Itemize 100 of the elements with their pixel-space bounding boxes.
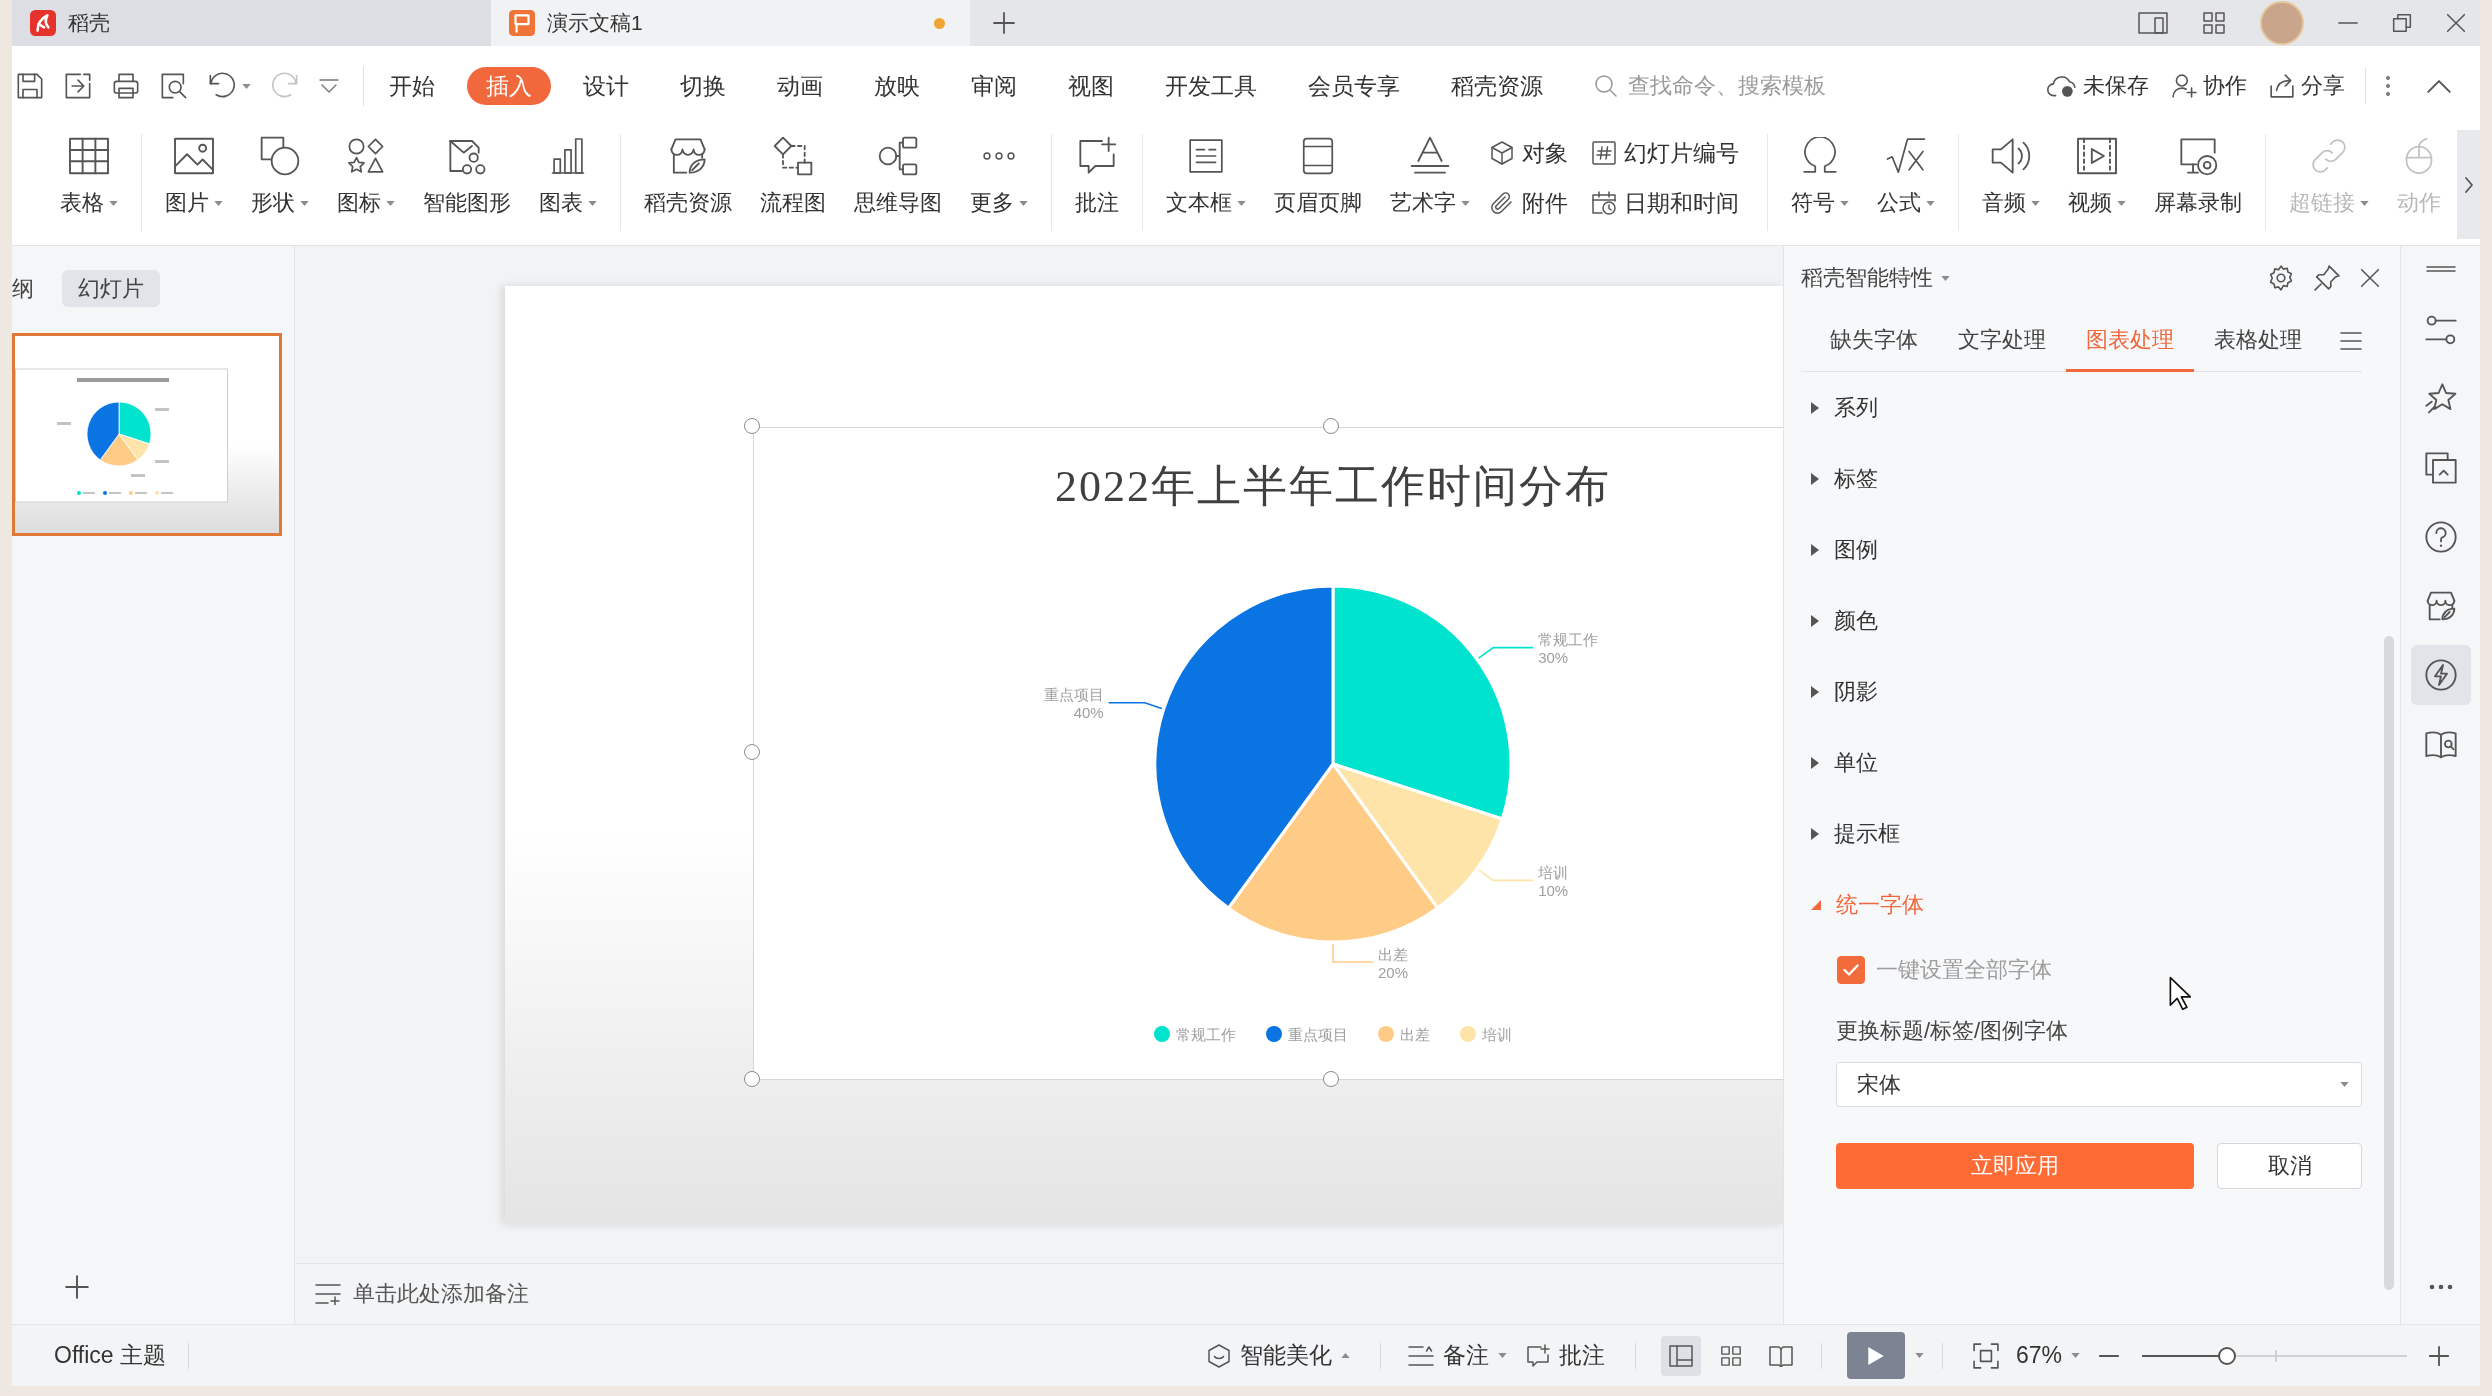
- dual-screen-icon[interactable]: [2138, 11, 2168, 35]
- ribbon-button[interactable]: 文本框: [1158, 126, 1254, 245]
- section-header[interactable]: 系列: [1801, 372, 2380, 443]
- resize-handle[interactable]: [744, 1071, 760, 1087]
- menu-tab[interactable]: 放映: [855, 67, 939, 105]
- resize-handle[interactable]: [1323, 1071, 1339, 1087]
- pane-tab[interactable]: 表格处理: [2194, 310, 2322, 372]
- document-arrow-icon[interactable]: [64, 72, 92, 100]
- side-tool-button[interactable]: [2410, 645, 2471, 705]
- grid-icon[interactable]: [2202, 11, 2226, 35]
- zoom-in-icon[interactable]: [2428, 1344, 2450, 1367]
- section-header[interactable]: 阴影: [1801, 656, 2380, 727]
- section-header[interactable]: 提示框: [1801, 798, 2380, 869]
- menu-tab[interactable]: 开发工具: [1146, 67, 1276, 105]
- chart-frame[interactable]: 2022年上半年工作时间分布 常规工作 30% 培训 10% 出差 20% 重点项目 40% 常规工作 重点项目 出差 培训: [753, 427, 1783, 1080]
- close-icon[interactable]: [2360, 268, 2380, 288]
- resize-handle[interactable]: [744, 418, 760, 434]
- menu-tab[interactable]: 切换: [661, 67, 745, 105]
- ribbon-button[interactable]: 图表: [531, 126, 605, 245]
- customize-icon[interactable]: [319, 78, 339, 94]
- ribbon-button[interactable]: 稻壳资源: [636, 126, 740, 245]
- zoom-out-icon[interactable]: [2099, 1353, 2119, 1358]
- ribbon-button[interactable]: 形状: [243, 126, 317, 245]
- resize-handle[interactable]: [744, 744, 760, 760]
- document-tab[interactable]: 稻壳: [12, 0, 491, 46]
- action-button[interactable]: 分享: [2269, 72, 2345, 100]
- status-button[interactable]: 批注: [1525, 1341, 1605, 1370]
- menu-icon[interactable]: [2340, 331, 2362, 350]
- checkbox[interactable]: [1837, 956, 1865, 984]
- panel-tab[interactable]: 幻灯片: [62, 270, 160, 307]
- ribbon-button[interactable]: 符号: [1783, 126, 1857, 245]
- more-dots-icon[interactable]: [2428, 1284, 2453, 1290]
- pane-tab[interactable]: 文字处理: [1938, 310, 2066, 372]
- view-button[interactable]: [1660, 1335, 1701, 1376]
- ribbon-button[interactable]: 公式: [1869, 126, 1943, 245]
- caret-icon[interactable]: [242, 83, 251, 89]
- more-vertical-icon[interactable]: [2386, 76, 2390, 96]
- resize-handle[interactable]: [1323, 418, 1339, 434]
- action-button[interactable]: 协作: [2171, 72, 2247, 100]
- close-icon[interactable]: [2446, 13, 2466, 33]
- ribbon-button[interactable]: 图片: [157, 126, 231, 245]
- menu-tab[interactable]: 动画: [758, 67, 842, 105]
- panel-tab[interactable]: 纲: [12, 270, 34, 307]
- drag-handle-icon[interactable]: [2425, 266, 2456, 272]
- play-button[interactable]: [1846, 1332, 1905, 1379]
- restore-icon[interactable]: [2392, 13, 2412, 33]
- scrollbar-thumb[interactable]: [2384, 636, 2394, 1290]
- document-tab[interactable]: 演示文稿1: [491, 0, 970, 46]
- theme-name[interactable]: Office 主题: [54, 1341, 167, 1370]
- menu-tab[interactable]: 审阅: [952, 67, 1036, 105]
- notes-field[interactable]: 单击此处添加备注: [353, 1280, 753, 1308]
- menu-tab[interactable]: 会员专享: [1289, 67, 1419, 105]
- ribbon-button[interactable]: 屏幕录制: [2146, 126, 2250, 245]
- fit-window-icon[interactable]: [1972, 1342, 1999, 1369]
- menu-tab[interactable]: 稻壳资源: [1432, 67, 1562, 105]
- ribbon-button[interactable]: 智能图形: [415, 126, 519, 245]
- cancel-button[interactable]: 取消: [2217, 1143, 2362, 1189]
- section-header[interactable]: 颜色: [1801, 585, 2380, 656]
- ribbon-button[interactable]: 音频: [1974, 126, 2048, 245]
- caret-icon[interactable]: [1914, 1353, 1924, 1358]
- ribbon-button[interactable]: 幻灯片编号: [1592, 138, 1739, 168]
- zoom-slider[interactable]: [2142, 1345, 2407, 1366]
- menu-tab[interactable]: 开始: [370, 67, 454, 105]
- ribbon-button[interactable]: 批注: [1067, 126, 1127, 245]
- ribbon-button[interactable]: 页眉页脚: [1266, 126, 1370, 245]
- settings-icon[interactable]: [2268, 265, 2294, 291]
- slider-thumb[interactable]: [2217, 1346, 2236, 1365]
- collapse-icon[interactable]: [2426, 78, 2452, 94]
- ribbon-button[interactable]: 附件: [1490, 188, 1568, 218]
- ribbon-button[interactable]: 图标: [329, 126, 403, 245]
- action-button[interactable]: 未保存: [2047, 72, 2149, 100]
- ribbon-button[interactable]: 视频: [2060, 126, 2134, 245]
- print-icon[interactable]: [112, 72, 140, 100]
- status-button[interactable]: 智能美化: [1206, 1341, 1350, 1370]
- section-header[interactable]: 单位: [1801, 727, 2380, 798]
- new-tab-icon[interactable]: [992, 11, 1016, 35]
- ribbon-button[interactable]: 表格: [52, 126, 126, 245]
- minimize-icon[interactable]: [2338, 21, 2358, 25]
- ribbon-button[interactable]: 艺术字: [1382, 126, 1478, 245]
- pin-icon[interactable]: [2314, 265, 2340, 291]
- menu-tab[interactable]: 视图: [1049, 67, 1133, 105]
- ribbon-button[interactable]: 思维导图: [846, 126, 950, 245]
- status-button[interactable]: 备注: [1407, 1341, 1507, 1370]
- ribbon-button[interactable]: 对象: [1490, 138, 1568, 168]
- ribbon-button[interactable]: 更多: [962, 126, 1036, 245]
- search-icon[interactable]: [1594, 74, 1618, 98]
- pane-title-dropdown[interactable]: 稻壳智能特性: [1801, 264, 1950, 292]
- section-header[interactable]: 标签: [1801, 443, 2380, 514]
- zoom-dropdown[interactable]: 67%: [2015, 1341, 2080, 1370]
- document-search-icon[interactable]: [160, 72, 188, 100]
- save-icon[interactable]: [16, 72, 44, 100]
- pane-tab[interactable]: 缺失字体: [1810, 310, 1938, 372]
- add-slide-icon[interactable]: [64, 1274, 90, 1300]
- section-header[interactable]: 图例: [1801, 514, 2380, 585]
- ribbon-button[interactable]: 流程图: [752, 126, 834, 245]
- font-dropdown[interactable]: 宋体: [1836, 1062, 2362, 1107]
- ribbon-button[interactable]: 日期和时间: [1592, 188, 1739, 218]
- menu-tab[interactable]: 设计: [564, 67, 648, 105]
- search-field[interactable]: 查找命令、搜索模板: [1628, 72, 1868, 100]
- undo-icon[interactable]: [208, 72, 236, 100]
